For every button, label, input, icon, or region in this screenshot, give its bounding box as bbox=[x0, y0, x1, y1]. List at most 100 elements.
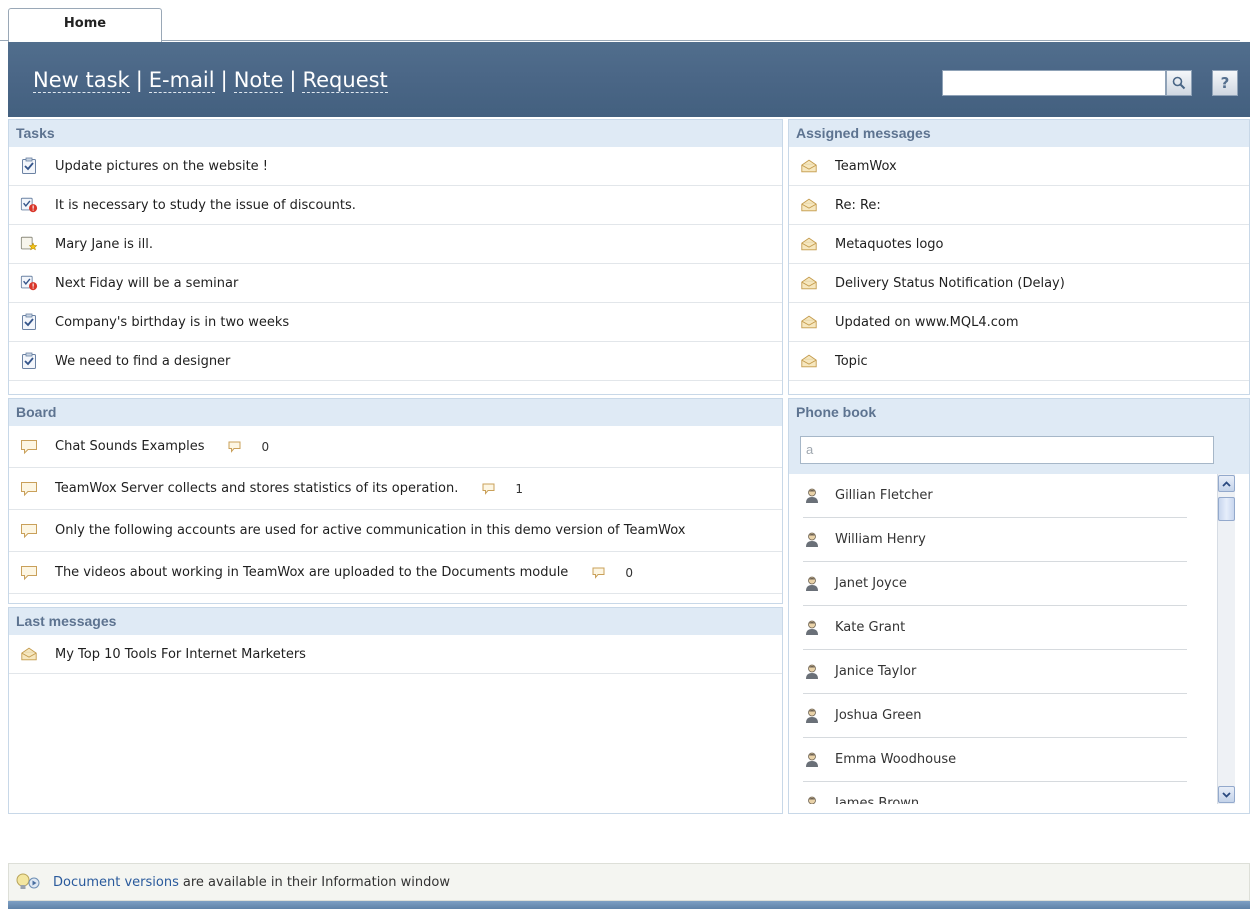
last-message-item[interactable]: My Top 10 Tools For Internet Marketers bbox=[9, 635, 782, 674]
task-check-icon bbox=[20, 313, 38, 331]
note-link[interactable]: Note bbox=[233, 68, 284, 93]
search-button[interactable] bbox=[1166, 70, 1192, 96]
task-item[interactable]: It is necessary to study the issue of di… bbox=[9, 186, 782, 225]
search-icon bbox=[1172, 76, 1186, 90]
email-link[interactable]: E-mail bbox=[148, 68, 215, 93]
envelope-icon bbox=[800, 235, 818, 253]
document-versions-link[interactable]: Document versions bbox=[53, 875, 179, 890]
message-subject: Re: Re: bbox=[835, 197, 881, 213]
contact-item[interactable]: Gillian Fletcher bbox=[803, 474, 1187, 518]
board-item-label: Chat Sounds Examples bbox=[55, 439, 205, 454]
phone-book-search-area: a bbox=[789, 426, 1249, 474]
task-label: We need to find a designer bbox=[55, 353, 231, 369]
scroll-down-button[interactable] bbox=[1218, 786, 1235, 803]
contact-item[interactable]: Emma Woodhouse bbox=[803, 738, 1187, 782]
tab-baseline bbox=[162, 40, 1240, 41]
scroll-up-button[interactable] bbox=[1218, 475, 1235, 492]
person-icon bbox=[803, 531, 821, 549]
person-icon bbox=[803, 487, 821, 505]
contact-item[interactable]: Kate Grant bbox=[803, 606, 1187, 650]
task-alert-icon bbox=[20, 274, 38, 292]
tasks-title: Tasks bbox=[9, 120, 782, 147]
assigned-messages-title: Assigned messages bbox=[789, 120, 1249, 147]
header-bar: New task | E-mail | Note | Request ? bbox=[8, 42, 1250, 117]
message-subject: My Top 10 Tools For Internet Marketers bbox=[55, 646, 306, 662]
quick-actions: New task | E-mail | Note | Request bbox=[33, 68, 388, 93]
task-item[interactable]: We need to find a designer bbox=[9, 342, 782, 381]
board-item[interactable]: Chat Sounds Examples 0 bbox=[9, 426, 782, 468]
contact-name: Gillian Fletcher bbox=[835, 488, 933, 503]
envelope-icon bbox=[800, 196, 818, 214]
comment-icon bbox=[20, 522, 38, 540]
contact-name: Janice Taylor bbox=[835, 664, 917, 679]
search-input[interactable] bbox=[942, 70, 1166, 96]
comment-icon bbox=[20, 438, 38, 456]
task-label: It is necessary to study the issue of di… bbox=[55, 197, 356, 213]
tip-bar: Document versions are available in their… bbox=[8, 863, 1250, 901]
assigned-message-item[interactable]: Re: Re: bbox=[789, 186, 1249, 225]
assigned-message-item[interactable]: Updated on www.MQL4.com bbox=[789, 303, 1249, 342]
envelope-icon bbox=[800, 352, 818, 370]
comment-count-value: 0 bbox=[261, 439, 270, 454]
board-list: Chat Sounds Examples 0 TeamWox Server coll… bbox=[9, 426, 782, 594]
contact-item[interactable]: Joshua Green bbox=[803, 694, 1187, 738]
board-item-label: Only the following accounts are used for… bbox=[55, 523, 686, 538]
chevron-up-icon bbox=[1222, 480, 1231, 487]
phone-book-search-input[interactable]: a bbox=[800, 436, 1214, 464]
assigned-message-item[interactable]: Metaquotes logo bbox=[789, 225, 1249, 264]
tab-strip: Home bbox=[0, 0, 1250, 42]
separator: | bbox=[135, 68, 143, 92]
person-icon bbox=[803, 619, 821, 637]
bottom-bar bbox=[8, 901, 1250, 909]
board-item-label: The videos about working in TeamWox are … bbox=[55, 565, 569, 580]
person-icon bbox=[803, 575, 821, 593]
assigned-message-item[interactable]: Topic bbox=[789, 342, 1249, 381]
comment-small-icon bbox=[227, 438, 245, 456]
help-button[interactable]: ? bbox=[1212, 70, 1238, 96]
task-alert-icon bbox=[20, 196, 38, 214]
comment-icon bbox=[20, 480, 38, 498]
message-subject: TeamWox bbox=[835, 158, 897, 174]
task-item[interactable]: Next Fiday will be a seminar bbox=[9, 264, 782, 303]
contact-scrollbar[interactable] bbox=[1217, 474, 1235, 804]
message-subject: Topic bbox=[835, 353, 868, 369]
comment-count-value: 1 bbox=[515, 481, 523, 496]
task-item[interactable]: Update pictures on the website ! bbox=[9, 147, 782, 186]
chevron-down-icon bbox=[1222, 791, 1231, 798]
assigned-message-item[interactable]: TeamWox bbox=[789, 147, 1249, 186]
separator: | bbox=[220, 68, 228, 92]
task-label: Company's birthday is in two weeks bbox=[55, 314, 290, 330]
assigned-messages-list: TeamWox Re: Re: Metaquotes logo Delivery St… bbox=[789, 147, 1249, 381]
person-icon bbox=[803, 707, 821, 725]
envelope-icon bbox=[800, 274, 818, 292]
contact-item[interactable]: Janet Joyce bbox=[803, 562, 1187, 606]
task-label: Next Fiday will be a seminar bbox=[55, 275, 239, 291]
phone-book-title: Phone book bbox=[789, 399, 1249, 426]
task-label: Update pictures on the website ! bbox=[55, 158, 269, 174]
contact-name: James Brown bbox=[835, 796, 920, 804]
scroll-thumb[interactable] bbox=[1218, 497, 1235, 521]
tab-home[interactable]: Home bbox=[8, 8, 162, 42]
board-item[interactable]: The videos about working in TeamWox are … bbox=[9, 552, 782, 594]
contact-item[interactable]: James Brown bbox=[803, 782, 1187, 804]
board-title: Board bbox=[9, 399, 782, 426]
request-link[interactable]: Request bbox=[302, 68, 388, 93]
tasks-list: Update pictures on the website ! It is ne… bbox=[9, 147, 782, 381]
comment-small-icon bbox=[590, 564, 608, 582]
task-item[interactable]: Mary Jane is ill. bbox=[9, 225, 782, 264]
contact-name: William Henry bbox=[835, 532, 926, 547]
board-item[interactable]: Only the following accounts are used for… bbox=[9, 510, 782, 552]
assigned-messages-panel: Assigned messages TeamWox Re: Re: Metaquot… bbox=[788, 119, 1250, 395]
contact-name: Emma Woodhouse bbox=[835, 752, 957, 767]
contact-item[interactable]: William Henry bbox=[803, 518, 1187, 562]
envelope-icon bbox=[800, 157, 818, 175]
comment-count-value: 0 bbox=[625, 565, 633, 580]
board-item-label: TeamWox Server collects and stores stati… bbox=[55, 481, 459, 496]
contact-item[interactable]: Janice Taylor bbox=[803, 650, 1187, 694]
tip-bulb-icon bbox=[15, 873, 41, 891]
assigned-message-item[interactable]: Delivery Status Notification (Delay) bbox=[789, 264, 1249, 303]
board-item[interactable]: TeamWox Server collects and stores stati… bbox=[9, 468, 782, 510]
message-subject: Updated on www.MQL4.com bbox=[835, 314, 1019, 330]
new-task-link[interactable]: New task bbox=[33, 68, 130, 93]
task-item[interactable]: Company's birthday is in two weeks bbox=[9, 303, 782, 342]
